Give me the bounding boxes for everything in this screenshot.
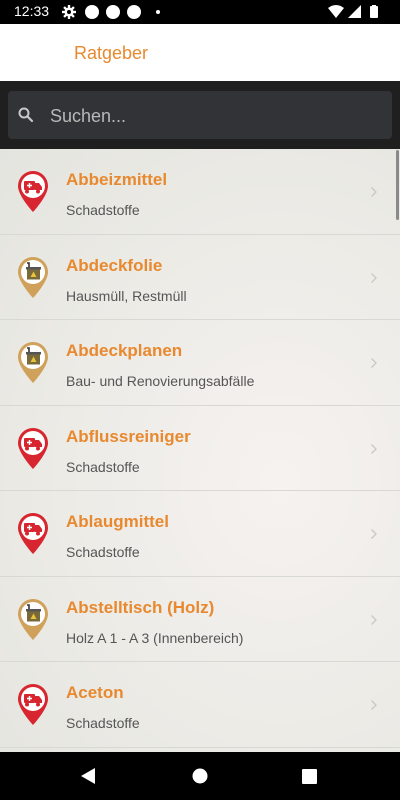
chevron-right-icon xyxy=(370,613,378,631)
item-category: Bau- und Renovierungsabfälle xyxy=(66,373,255,389)
chevron-right-icon xyxy=(370,271,378,289)
item-name: Aceton xyxy=(66,683,124,702)
list-item[interactable]: Abdeckplanen Bau- und Renovierungsabfäll… xyxy=(0,320,400,406)
waste-bin-pin-icon xyxy=(16,340,50,384)
battery-icon xyxy=(370,5,378,18)
notification-dot-icon xyxy=(127,5,141,19)
cell-signal-icon xyxy=(348,5,361,18)
guide-list: Abbeizmittel Schadstoffe Abdeckfolie Hau… xyxy=(0,149,400,752)
settings-gear-icon xyxy=(62,5,76,19)
list-item[interactable]: Abstelltisch (Holz) Holz A 1 - A 3 (Inne… xyxy=(0,577,400,662)
item-name: Ablaugmittel xyxy=(66,512,169,531)
item-name: Abflussreiniger xyxy=(66,426,191,446)
chevron-right-icon xyxy=(370,356,378,374)
item-category: Hausmüll, Restmüll xyxy=(66,287,187,304)
more-notifications-icon xyxy=(156,10,160,14)
list-item[interactable]: Ablaugmittel Schadstoffe xyxy=(0,491,400,577)
search-icon[interactable] xyxy=(18,107,34,128)
system-icons xyxy=(328,5,388,19)
list-item[interactable]: Abflussreiniger Schadstoffe xyxy=(0,406,400,491)
list-item[interactable]: Abbeizmittel Schadstoffe xyxy=(0,149,400,235)
hazardous-waste-truck-pin-icon xyxy=(16,682,50,726)
item-category: Schadstoffe xyxy=(66,715,140,731)
notification-dot-icon xyxy=(85,5,99,19)
item-category: Schadstoffe xyxy=(66,458,140,475)
home-icon[interactable] xyxy=(192,768,208,789)
hazardous-waste-truck-pin-icon xyxy=(16,169,50,213)
back-icon[interactable] xyxy=(80,767,96,790)
page-title: Ratgeber xyxy=(74,43,149,63)
status-bar: 12:33 xyxy=(0,0,400,24)
item-name: Abbeizmittel xyxy=(66,170,168,189)
wifi-icon xyxy=(328,5,344,18)
item-name: Abstelltisch (Holz) xyxy=(66,597,215,617)
chevron-right-icon xyxy=(370,442,378,460)
item-category: Schadstoffe xyxy=(66,202,140,218)
chevron-right-icon xyxy=(370,185,378,203)
hazardous-waste-truck-pin-icon xyxy=(16,426,50,470)
system-nav-bar xyxy=(0,752,400,800)
item-category: Schadstoffe xyxy=(66,544,140,560)
chevron-right-icon xyxy=(370,698,378,716)
list-item[interactable]: Aceton Schadstoffe xyxy=(0,662,400,748)
search-input[interactable] xyxy=(48,99,382,133)
item-name: Abdeckplanen xyxy=(66,341,183,360)
search-box[interactable] xyxy=(8,91,392,139)
hazardous-waste-truck-pin-icon xyxy=(16,511,50,555)
item-name: Abdeckfolie xyxy=(66,255,163,275)
list-item[interactable]: Abdeckfolie Hausmüll, Restmüll xyxy=(0,235,400,320)
app-bar: Ratgeber xyxy=(0,24,400,82)
notification-icons xyxy=(62,5,162,19)
recents-icon[interactable] xyxy=(302,769,317,789)
chevron-right-icon xyxy=(370,527,378,545)
waste-bin-pin-icon xyxy=(16,255,50,299)
search-bar xyxy=(0,81,400,149)
notification-dot-icon xyxy=(106,5,120,19)
clock: 12:33 xyxy=(14,3,50,19)
waste-bin-pin-icon xyxy=(16,597,50,641)
item-category: Holz A 1 - A 3 (Innenbereich) xyxy=(66,629,244,646)
scrollbar[interactable] xyxy=(396,150,399,220)
